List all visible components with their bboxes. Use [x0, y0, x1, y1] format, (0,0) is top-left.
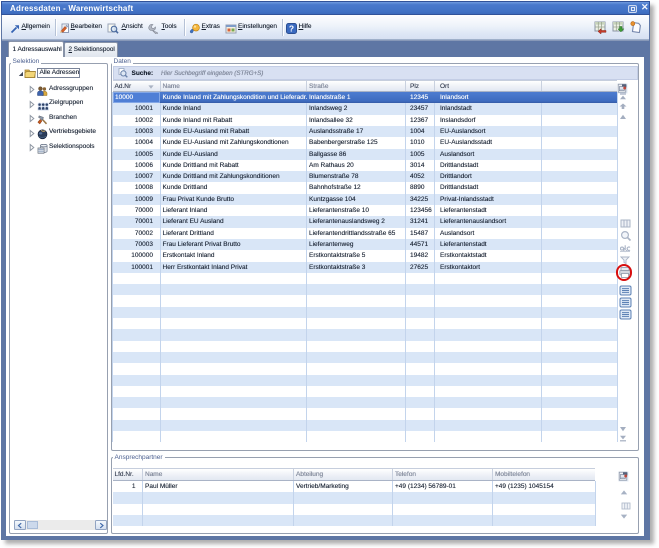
svg-text:?: ?: [289, 24, 294, 34]
